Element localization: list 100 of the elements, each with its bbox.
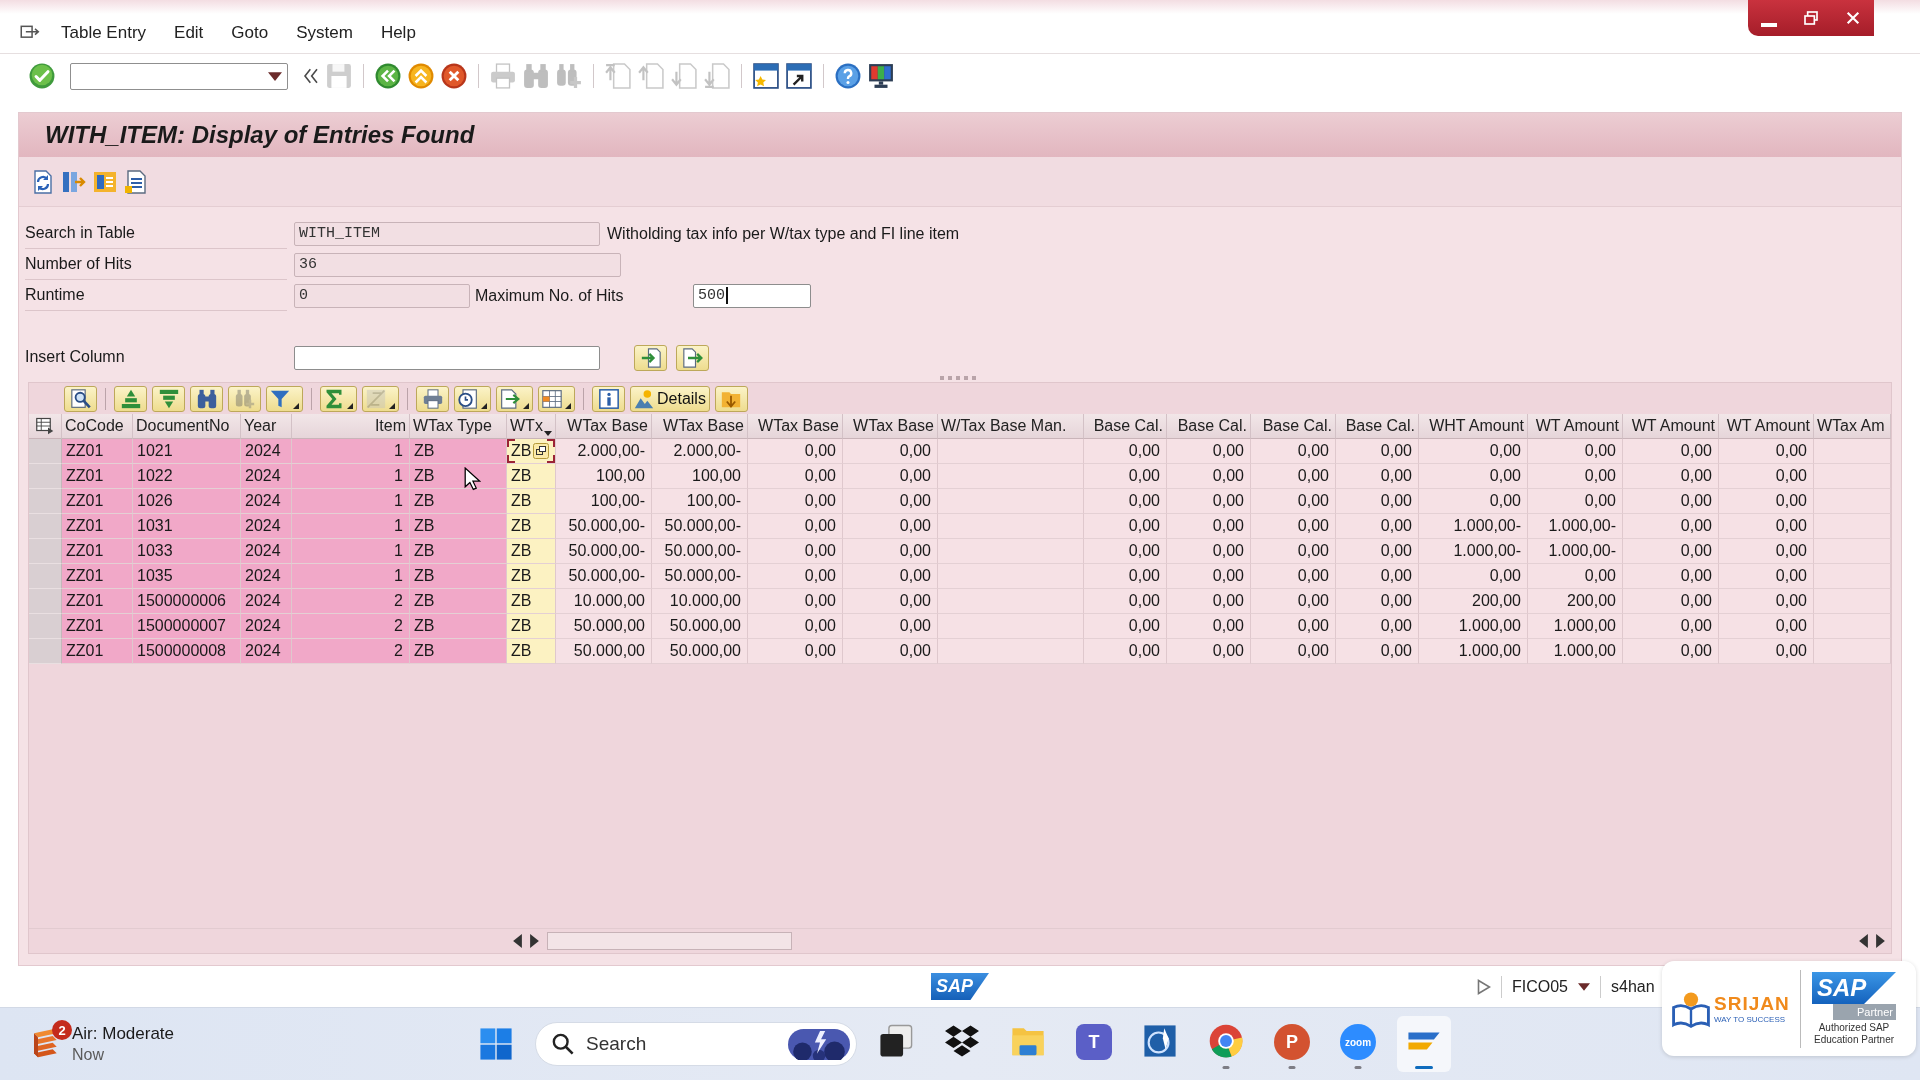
table-cell: 2024 [241, 439, 292, 464]
column-header[interactable]: Item [292, 414, 410, 439]
column-header[interactable]: WT Amount [1623, 414, 1719, 439]
grid-toolbar-button[interactable] [320, 385, 357, 412]
four-panes-icon[interactable] [479, 1027, 513, 1061]
grid-toolbar-button[interactable] [592, 385, 625, 412]
table-name-field[interactable]: WITH_ITEM [294, 221, 600, 246]
sort-descending-icon [158, 388, 179, 409]
scroll-left-icon[interactable] [513, 934, 522, 948]
table-cell: 10.000,00 [652, 589, 748, 614]
menu-item[interactable]: Help [380, 22, 416, 43]
refresh-icon[interactable] [31, 169, 55, 194]
monitor-icon[interactable] [868, 63, 894, 89]
sort-ascending-icon [120, 388, 141, 409]
grid-toolbar-button[interactable] [190, 385, 223, 412]
scroll-left-icon[interactable] [1859, 934, 1868, 948]
grid-toolbar-button[interactable] [114, 385, 147, 412]
taskbar-app-button[interactable]: P [1265, 1016, 1319, 1072]
scrollbar-thumb[interactable] [547, 932, 792, 950]
table-cell: 50.000,00- [556, 539, 652, 564]
insert-column-field[interactable] [294, 345, 600, 370]
insert-column-button[interactable] [676, 344, 709, 371]
column-header[interactable]: WTax Base [556, 414, 652, 439]
column-header[interactable]: DocumentNo [133, 414, 241, 439]
taskbar-app-button[interactable]: T [1067, 1016, 1121, 1072]
table-description: Witholding tax info per W/tax type and FI line item [607, 224, 960, 243]
minimize-button[interactable] [1748, 0, 1790, 36]
table-cell: 0,00 [748, 639, 843, 664]
scroll-right-icon[interactable] [1876, 934, 1885, 948]
table-cell: 0,00 [1167, 564, 1251, 589]
table-cell: 0,00 [843, 439, 938, 464]
table-cell: 10.000,00 [556, 589, 652, 614]
double-chevron-left-icon[interactable] [303, 68, 319, 84]
grid-toolbar-button[interactable] [496, 385, 533, 412]
column-header[interactable]: Base Cal. [1084, 414, 1167, 439]
table-cell: 0,00 [1167, 589, 1251, 614]
column-header[interactable]: WTax Am [1814, 414, 1891, 439]
column-header[interactable]: Base Cal. [1167, 414, 1251, 439]
export-icon [500, 388, 520, 409]
grid-toolbar-button[interactable] [152, 385, 185, 412]
columns-icon[interactable] [62, 169, 86, 194]
shortcut-icon[interactable] [786, 63, 812, 89]
column-header[interactable]: Base Cal. [1336, 414, 1419, 439]
column-header[interactable]: WTax Base [748, 414, 843, 439]
dropdown-arrow-icon [481, 402, 487, 409]
scroll-right-icon[interactable] [530, 934, 539, 948]
selected-cell[interactable]: ZB [507, 439, 556, 464]
table-cell: 0,00 [1719, 489, 1814, 514]
cancel-icon[interactable] [441, 63, 467, 89]
hits-count-field[interactable]: 36 [294, 252, 621, 277]
details-button[interactable]: Details [630, 385, 710, 412]
search-field[interactable]: Search [535, 1022, 857, 1066]
column-header[interactable]: WTax Base [652, 414, 748, 439]
grid-toolbar-button[interactable] [64, 385, 97, 412]
column-header[interactable]: WTax Type [410, 414, 507, 439]
column-header[interactable]: CoCode [62, 414, 133, 439]
menu-item[interactable]: Edit [174, 22, 204, 43]
menu-item[interactable]: Goto [231, 22, 269, 43]
book-sun-icon [1672, 989, 1710, 1028]
column-header[interactable]: Year [241, 414, 292, 439]
menu-item[interactable]: Table Entry [61, 22, 147, 43]
grid-toolbar-button[interactable] [454, 385, 491, 412]
table-settings-icon[interactable] [36, 417, 54, 435]
column-header[interactable]: W/Tax Base Man. [938, 414, 1084, 439]
system-dropdown[interactable]: FICO05 [1512, 977, 1590, 996]
grid-toolbar-button[interactable] [266, 385, 303, 412]
help-icon[interactable] [835, 63, 861, 89]
insert-column-button[interactable] [634, 344, 667, 371]
close-button[interactable] [1832, 0, 1874, 36]
max-hits-field[interactable]: 500 [693, 283, 811, 308]
runtime-field[interactable]: 0 [294, 283, 470, 308]
value-help-icon[interactable] [533, 443, 550, 459]
table-cell: ZZ01 [62, 614, 133, 639]
list-icon[interactable] [124, 169, 148, 194]
checkmark-icon[interactable] [29, 63, 55, 89]
table-cell: 50.000,00 [652, 639, 748, 664]
column-header[interactable]: Base Cal. [1251, 414, 1336, 439]
weather-subtitle: Now [72, 1046, 105, 1064]
grid-toolbar-button[interactable] [538, 385, 575, 412]
table-cell: 1022 [133, 464, 241, 489]
menu-item[interactable]: System [296, 22, 353, 43]
column-header[interactable]: WT Amount [1719, 414, 1814, 439]
command-field[interactable] [70, 62, 288, 90]
play-icon[interactable] [1477, 978, 1491, 995]
exit-icon[interactable] [408, 63, 434, 89]
table-cell: 0,00 [748, 439, 843, 464]
column-header[interactable]: WTx [507, 414, 556, 439]
new-window-icon[interactable] [753, 63, 779, 89]
column-header[interactable]: WT Amount [1528, 414, 1623, 439]
column-header[interactable]: WHT Amount [1419, 414, 1528, 439]
back-icon[interactable] [375, 63, 401, 89]
column-settings-icon[interactable] [93, 169, 117, 194]
table-cell: ZB [410, 539, 507, 564]
brand-name: SRIJAN [1714, 993, 1790, 1015]
column-header[interactable]: WTax Base [843, 414, 938, 439]
weather-title[interactable]: Air: Moderate [72, 1024, 175, 1044]
search-input[interactable]: Search [586, 1033, 776, 1055]
grid-toolbar-button[interactable] [416, 385, 449, 412]
grid-toolbar-button[interactable] [714, 385, 748, 412]
table-cell: 0,00 [1336, 464, 1419, 489]
